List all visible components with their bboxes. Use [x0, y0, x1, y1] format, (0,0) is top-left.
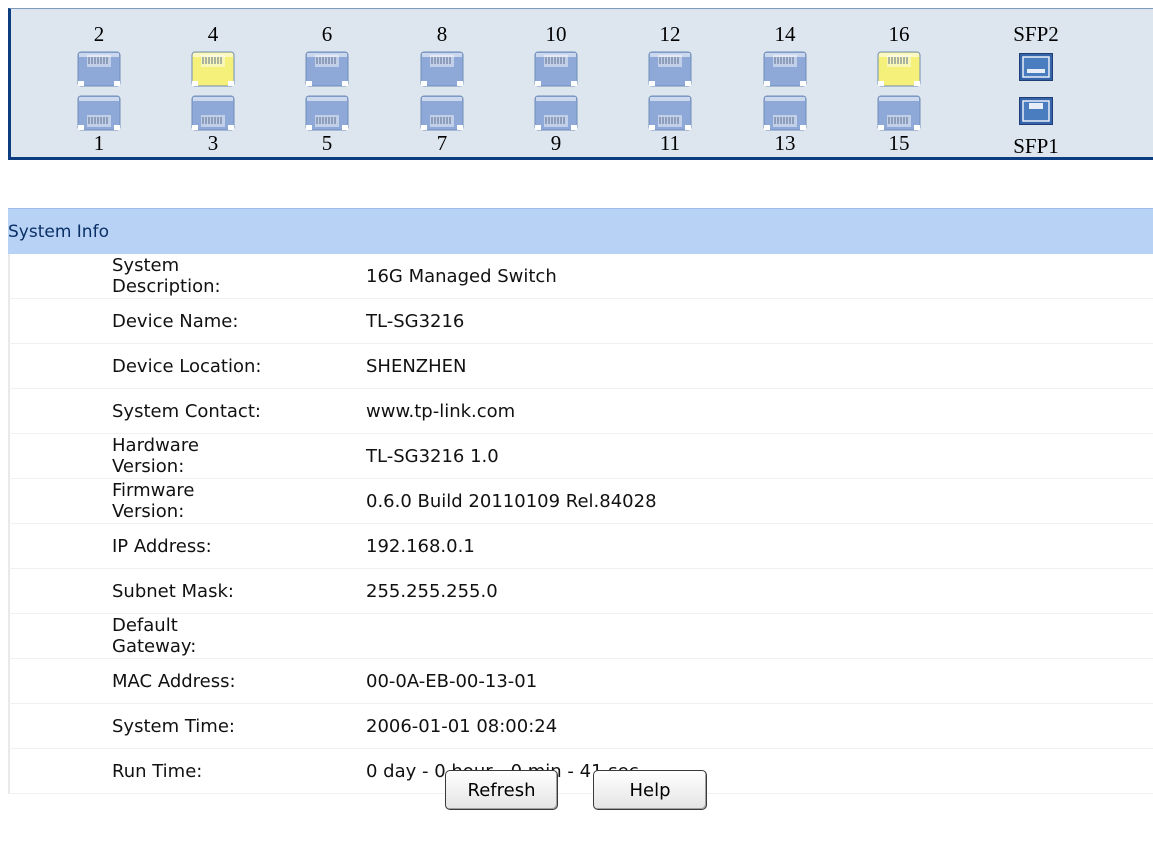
row-label: MAC Address: [112, 670, 236, 692]
row-value: TL-SG3216 1.0 [366, 445, 499, 467]
row-value: 2006-01-01 08:00:24 [366, 715, 558, 737]
help-button[interactable]: Help [593, 770, 707, 810]
ethernet-port-11[interactable] [648, 95, 692, 131]
port-number-label: 15 [888, 131, 910, 155]
ethernet-port-3[interactable] [191, 95, 235, 131]
ethernet-port-15[interactable] [877, 95, 921, 131]
row-label: System Time: [112, 715, 235, 737]
row-label: Hardware Version: [112, 435, 199, 477]
sfp2-port[interactable] [1019, 53, 1053, 81]
info-row: System Contact: www.tp-link.com [8, 389, 1153, 434]
port-number-label: 14 [774, 22, 796, 46]
sfp2-label: SFP2 [1013, 22, 1059, 46]
sfp1-label: SFP1 [1013, 134, 1059, 158]
info-row: Device Name: TL-SG3216 [8, 299, 1153, 344]
port-number-label: 7 [436, 131, 448, 155]
system-info-section: System Info System Description: 16G Manag… [8, 208, 1153, 794]
info-row: Subnet Mask: 255.255.255.0 [8, 569, 1153, 614]
info-row: System Time: 2006-01-01 08:00:24 [8, 704, 1153, 749]
info-row: Device Location: SHENZHEN [8, 344, 1153, 389]
port-number-label: 16 [888, 22, 910, 46]
port-number-label: 1 [93, 131, 105, 155]
ethernet-port-8[interactable] [420, 51, 464, 87]
port-number-label: 9 [550, 131, 562, 155]
row-value: TL-SG3216 [366, 310, 465, 332]
info-row: Firmware Version: 0.6.0 Build 20110109 Re… [8, 479, 1153, 524]
row-label: IP Address: [112, 535, 212, 557]
ethernet-port-13[interactable] [763, 95, 807, 131]
row-value: 00-0A-EB-00-13-01 [366, 670, 538, 692]
info-row: IP Address: 192.168.0.1 [8, 524, 1153, 569]
info-row: Hardware Version: TL-SG3216 1.0 [8, 434, 1153, 479]
ethernet-port-2[interactable] [77, 51, 121, 87]
port-number-label: 3 [207, 131, 219, 155]
row-label: System Contact: [112, 400, 261, 422]
section-title: System Info [8, 221, 109, 242]
info-row: MAC Address: 00-0A-EB-00-13-01 [8, 659, 1153, 704]
sfp1-port[interactable] [1019, 97, 1053, 125]
port-number-label: 10 [545, 22, 567, 46]
port-number-label: 13 [774, 131, 796, 155]
port-number-label: 12 [659, 22, 681, 46]
row-label: Firmware Version: [112, 480, 195, 522]
port-number-label: 6 [321, 22, 333, 46]
info-table: System Description: 16G Managed Switch De… [8, 254, 1153, 794]
ethernet-port-7[interactable] [420, 95, 464, 131]
refresh-button[interactable]: Refresh [445, 770, 558, 810]
port-number-label: 5 [321, 131, 333, 155]
row-value: SHENZHEN [366, 355, 467, 377]
button-bar: Refresh Help [0, 770, 1153, 814]
row-value: www.tp-link.com [366, 400, 516, 422]
ethernet-port-10[interactable] [534, 51, 578, 87]
ethernet-port-6[interactable] [305, 51, 349, 87]
ethernet-port-9[interactable] [534, 95, 578, 131]
ethernet-port-12[interactable] [648, 51, 692, 87]
ethernet-port-4[interactable] [191, 51, 235, 87]
section-header: System Info [8, 208, 1153, 254]
row-label: Device Name: [112, 310, 239, 332]
ethernet-port-16[interactable] [877, 51, 921, 87]
row-label: System Description: [112, 255, 221, 297]
row-value: 255.255.255.0 [366, 580, 498, 602]
port-number-label: 8 [436, 22, 448, 46]
row-value: 192.168.0.1 [366, 535, 475, 557]
ethernet-port-14[interactable] [763, 51, 807, 87]
port-number-label: 2 [93, 22, 105, 46]
row-label: Subnet Mask: [112, 580, 234, 602]
switch-panel: 2 4 6 8 10 12 14 16 1 3 5 7 9 11 13 15 SFP2 SFP1 [8, 8, 1153, 160]
row-value: 0.6.0 Build 20110109 Rel.84028 [366, 490, 657, 512]
info-row: System Description: 16G Managed Switch [8, 254, 1153, 299]
port-number-label: 11 [659, 131, 681, 155]
row-value: 16G Managed Switch [366, 265, 557, 287]
info-row: Default Gateway: [8, 614, 1153, 659]
port-number-label: 4 [207, 22, 219, 46]
row-label: Default Gateway: [112, 615, 197, 657]
ethernet-port-1[interactable] [77, 95, 121, 131]
row-label: Device Location: [112, 355, 262, 377]
ethernet-port-5[interactable] [305, 95, 349, 131]
